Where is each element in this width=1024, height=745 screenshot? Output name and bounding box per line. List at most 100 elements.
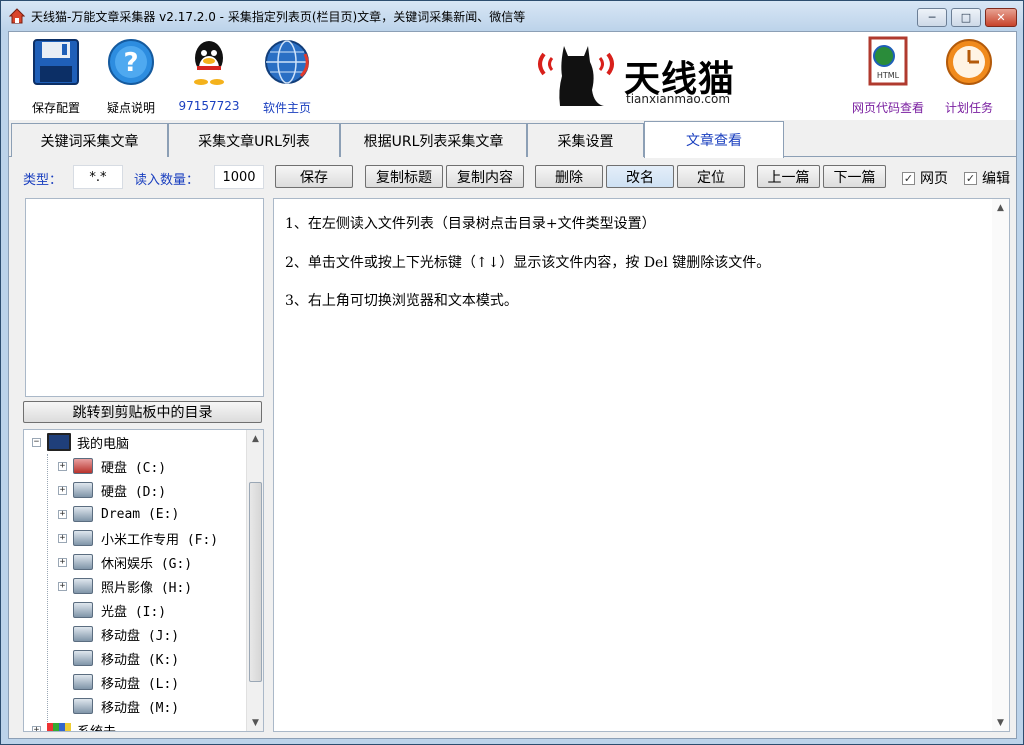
scroll-down-icon[interactable]: ▼: [247, 714, 263, 731]
scroll-up-icon[interactable]: ▲: [992, 199, 1009, 216]
toolbar-label: 疑点说明: [106, 101, 155, 115]
count-label: 读入数量：: [134, 173, 200, 188]
help-button[interactable]: ? 疑点说明: [91, 36, 171, 118]
edit-checkbox[interactable]: ✓ 编辑: [964, 168, 1010, 188]
logo-subtext: tianxianmao.com: [626, 92, 731, 106]
tree-node-drive[interactable]: 光盘 (I:): [58, 598, 166, 622]
expand-icon[interactable]: +: [58, 461, 67, 471]
close-button[interactable]: ✕: [985, 8, 1017, 27]
html-document-icon: HTML: [862, 36, 914, 88]
expand-icon[interactable]: +: [58, 485, 67, 495]
svg-text:HTML: HTML: [877, 71, 900, 80]
homepage-button[interactable]: 软件主页: [247, 36, 327, 118]
directory-tree[interactable]: − 我的电脑 + 硬盘 (C:) + 硬盘 (D:) + Dream (E:) …: [23, 429, 264, 732]
scroll-up-icon[interactable]: ▲: [247, 430, 263, 447]
save-config-button[interactable]: 保存配置: [16, 36, 96, 118]
toolbar-label: 网页代码查看: [851, 101, 924, 115]
instruction-line: 2、单击文件或按上下光标键（↑↓）显示该文件内容，按 Del 键删除该文件。: [285, 255, 771, 271]
tree-node-label: 光盘 (I:): [101, 604, 167, 620]
tree-node-label: 移动盘 (M:): [101, 700, 180, 716]
edit-checkbox-label: 编辑: [982, 171, 1010, 187]
collapse-icon[interactable]: −: [32, 437, 41, 447]
checkbox-checked-icon: ✓: [902, 171, 915, 185]
system-drive-icon: [73, 458, 93, 474]
expand-icon[interactable]: +: [58, 581, 67, 591]
tree-node-drive[interactable]: + 休闲娱乐 (G:): [58, 550, 192, 574]
prev-article-button[interactable]: 上一篇: [757, 165, 820, 188]
article-content-panel[interactable]: 1、在左侧读入文件列表（目录树点击目录+文件类型设置） 2、单击文件或按上下光标…: [273, 198, 1010, 732]
hard-drive-icon: [73, 530, 93, 546]
webpage-checkbox-label: 网页: [920, 171, 948, 187]
scheduled-task-button[interactable]: 计划任务: [929, 36, 1009, 118]
tree-node-drive[interactable]: + 硬盘 (D:): [58, 478, 166, 502]
tree-node-label: 硬盘 (C:): [101, 460, 167, 476]
removable-drive-icon: [73, 698, 93, 714]
maximize-button[interactable]: □: [951, 8, 981, 27]
tab-collect-by-url[interactable]: 根据URL列表采集文章: [340, 123, 527, 157]
save-button[interactable]: 保存: [275, 165, 353, 188]
tree-node-drive[interactable]: 移动盘 (J:): [58, 622, 179, 646]
help-question-icon: ?: [105, 36, 157, 88]
qq-penguin-icon: [183, 36, 235, 88]
tree-node-system[interactable]: + 系统未: [32, 718, 117, 732]
type-label: 类型：: [23, 173, 63, 188]
hard-drive-icon: [73, 554, 93, 570]
expand-icon[interactable]: +: [58, 533, 67, 543]
scroll-down-icon[interactable]: ▼: [992, 714, 1009, 731]
tree-node-label: 我的电脑: [77, 436, 130, 452]
tree-node-label: 移动盘 (K:): [101, 652, 180, 668]
client-area: 保存配置 ? 疑点说明 97157723 软件主页 天线猫 tianxianma…: [8, 31, 1017, 739]
delete-button[interactable]: 删除: [535, 165, 603, 188]
next-article-button[interactable]: 下一篇: [823, 165, 886, 188]
hard-drive-icon: [73, 506, 93, 522]
file-list[interactable]: [25, 198, 264, 397]
app-window: 天线猫-万能文章采集器 v2.17.2.0 - 采集指定列表页(栏目页)文章，关…: [0, 0, 1024, 745]
tree-scrollbar[interactable]: ▲ ▼: [246, 430, 263, 731]
app-house-icon: [8, 8, 26, 24]
content-scrollbar[interactable]: ▲ ▼: [992, 199, 1009, 731]
webpage-checkbox[interactable]: ✓ 网页: [902, 168, 948, 188]
tree-guide-line: [47, 454, 48, 731]
tab-settings[interactable]: 采集设置: [527, 123, 644, 157]
floppy-disk-icon: [30, 36, 82, 88]
copy-content-button[interactable]: 复制内容: [446, 165, 524, 188]
minimize-button[interactable]: ─: [917, 8, 947, 27]
tree-node-label: 硬盘 (D:): [101, 484, 167, 500]
tab-article-view[interactable]: 文章查看: [644, 121, 784, 158]
scroll-thumb[interactable]: [249, 482, 262, 682]
tree-node-drive[interactable]: + 硬盘 (C:): [58, 454, 166, 478]
toolbar-label: 软件主页: [262, 101, 311, 115]
tree-node-drive[interactable]: + Dream (E:): [58, 502, 179, 526]
type-field[interactable]: *.*: [73, 165, 123, 189]
tree-node-drive[interactable]: 移动盘 (K:): [58, 646, 179, 670]
tree-node-label: 系统未: [77, 724, 117, 732]
rename-button[interactable]: 改名: [606, 165, 674, 188]
checkbox-checked-icon: ✓: [964, 171, 977, 185]
count-field[interactable]: 1000: [214, 165, 264, 189]
tree-node-my-computer[interactable]: − 我的电脑: [32, 430, 129, 454]
tree-node-drive[interactable]: + 小米工作专用 (F:): [58, 526, 218, 550]
copy-title-button[interactable]: 复制标题: [365, 165, 443, 188]
jump-to-clipboard-dir-button[interactable]: 跳转到剪贴板中的目录: [23, 401, 262, 423]
tree-node-drive[interactable]: 移动盘 (M:): [58, 694, 179, 718]
locate-button[interactable]: 定位: [677, 165, 745, 188]
tree-node-drive[interactable]: 移动盘 (L:): [58, 670, 179, 694]
optical-drive-icon: [73, 602, 93, 618]
qq-contact-button[interactable]: 97157723: [169, 36, 249, 118]
expand-icon[interactable]: +: [58, 509, 67, 519]
instruction-line: 3、右上角可切换浏览器和文本模式。: [285, 293, 518, 309]
title-bar[interactable]: 天线猫-万能文章采集器 v2.17.2.0 - 采集指定列表页(栏目页)文章，关…: [1, 1, 1023, 31]
tab-keyword-collect[interactable]: 关键词采集文章: [11, 123, 168, 157]
tree-node-drive[interactable]: + 照片影像 (H:): [58, 574, 192, 598]
removable-drive-icon: [73, 626, 93, 642]
tree-node-label: Dream (E:): [101, 506, 180, 522]
expand-icon[interactable]: +: [58, 557, 67, 567]
hard-drive-icon: [73, 482, 93, 498]
toolbar: 保存配置 ? 疑点说明 97157723 软件主页 天线猫 tianxianma…: [9, 32, 1016, 120]
tab-url-list[interactable]: 采集文章URL列表: [168, 123, 340, 157]
view-html-button[interactable]: HTML 网页代码查看: [843, 36, 933, 118]
brand-logo: 天线猫 tianxianmao.com: [534, 40, 744, 110]
expand-icon[interactable]: +: [32, 725, 41, 731]
tree-node-label: 移动盘 (J:): [101, 628, 180, 644]
removable-drive-icon: [73, 650, 93, 666]
